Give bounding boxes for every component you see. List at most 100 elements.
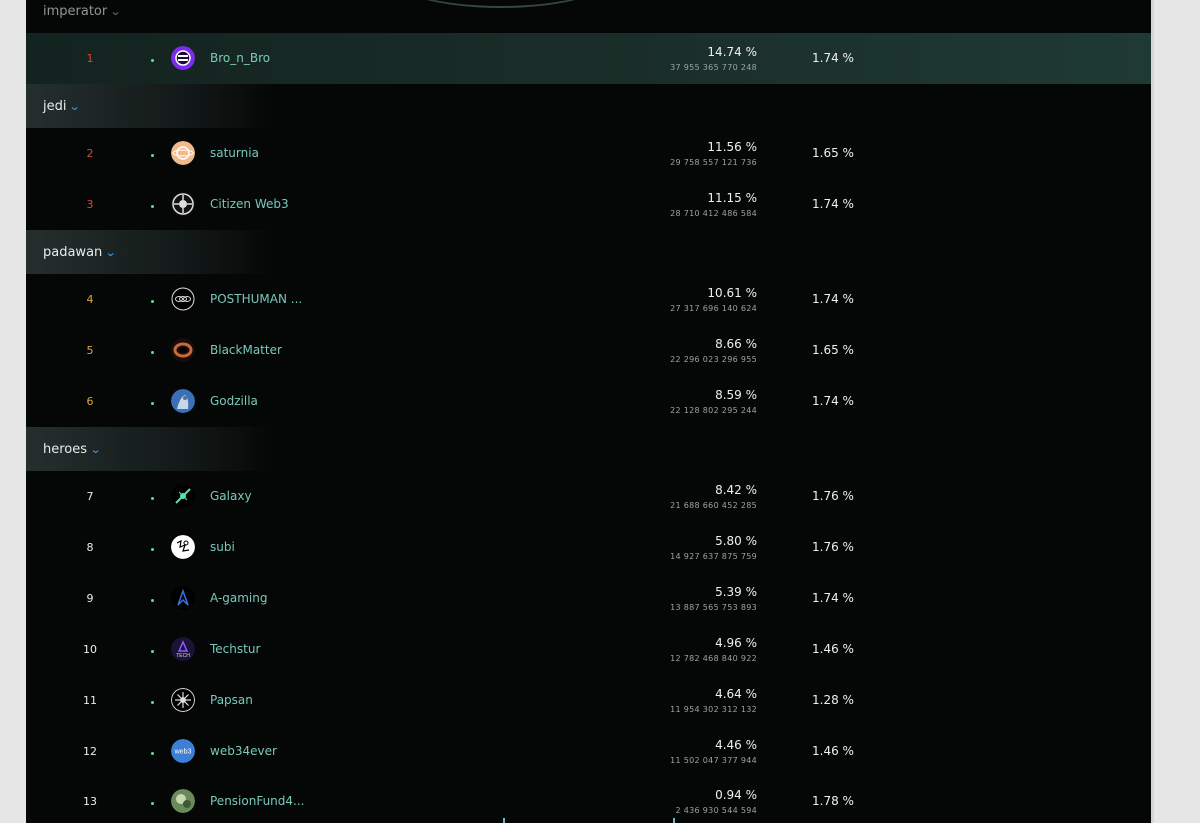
commission: 1.65 % xyxy=(812,146,854,160)
rank: 7 xyxy=(86,490,94,503)
table-row[interactable]: 1 Bro_n_Bro 14.74 % 37 955 365 770 248 1… xyxy=(26,33,1151,84)
table-row[interactable]: 2 saturnia 11.56 % 29 758 557 121 736 1.… xyxy=(26,128,1151,179)
voting-power: 8.59 % xyxy=(715,388,757,402)
left-gutter xyxy=(0,0,26,823)
rank: 11 xyxy=(83,694,97,707)
validator-name-link[interactable]: BlackMatter xyxy=(210,343,282,357)
rank: 5 xyxy=(86,344,94,357)
rank: 13 xyxy=(83,795,97,808)
status-dot xyxy=(151,300,154,303)
stake-amount: 11 502 047 377 944 xyxy=(670,756,757,765)
voting-power: 14.74 % xyxy=(707,45,757,59)
validator-name-link[interactable]: Bro_n_Bro xyxy=(210,51,270,65)
rank: 8 xyxy=(86,541,94,554)
techstur-logo-icon: TECH xyxy=(171,637,195,661)
commission: 1.74 % xyxy=(812,394,854,408)
chevron-down-icon: ⌄ xyxy=(89,442,102,456)
stake-amount: 21 688 660 452 285 xyxy=(670,501,757,510)
web34ever-logo-icon: web3 xyxy=(171,739,195,763)
table-row[interactable]: 9 A-gaming 5.39 % 13 887 565 753 893 1.7… xyxy=(26,573,1151,624)
table-row[interactable]: 10 TECH Techstur 4.96 % 12 782 468 840 9… xyxy=(26,624,1151,675)
status-dot xyxy=(151,548,154,551)
commission: 1.74 % xyxy=(812,292,854,306)
stake-amount: 14 927 637 875 759 xyxy=(670,552,757,561)
status-dot xyxy=(151,351,154,354)
saturnia-logo-icon xyxy=(171,141,195,165)
stake-amount: 27 317 696 140 624 xyxy=(670,304,757,313)
group-label: padawan xyxy=(43,244,103,260)
commission: 1.46 % xyxy=(812,744,854,758)
rank: 12 xyxy=(83,745,97,758)
validator-name-link[interactable]: A-gaming xyxy=(210,591,268,605)
validator-name-link[interactable]: web34ever xyxy=(210,744,277,758)
group-header-imperator[interactable]: imperator ⌄ xyxy=(26,0,1151,33)
scroll-marker xyxy=(673,818,675,823)
status-dot xyxy=(151,599,154,602)
validator-name-link[interactable]: PensionFund4... xyxy=(210,794,304,808)
validator-name-link[interactable]: subi xyxy=(210,540,235,554)
stake-amount: 2 436 930 544 594 xyxy=(675,806,757,815)
status-dot xyxy=(151,402,154,405)
table-row[interactable]: 5 BlackMatter 8.66 % 22 296 023 296 955 … xyxy=(26,325,1151,376)
commission: 1.74 % xyxy=(812,591,854,605)
table-row[interactable]: 8 subi 5.80 % 14 927 637 875 759 1.76 % xyxy=(26,522,1151,573)
godzilla-logo-icon xyxy=(171,389,195,413)
bro-n-bro-logo-icon xyxy=(171,46,195,70)
group-header-heroes[interactable]: heroes ⌄ xyxy=(26,427,1151,471)
status-dot xyxy=(151,205,154,208)
group-header-jedi[interactable]: jedi ⌄ xyxy=(26,84,1151,128)
stake-amount: 22 296 023 296 955 xyxy=(670,355,757,364)
table-row[interactable]: 6 Godzilla 8.59 % 22 128 802 295 244 1.7… xyxy=(26,376,1151,427)
table-row[interactable]: 12 web3 web34ever 4.46 % 11 502 047 377 … xyxy=(26,726,1151,777)
group-header-padawan[interactable]: padawan ⌄ xyxy=(26,230,1151,274)
stake-amount: 12 782 468 840 922 xyxy=(670,654,757,663)
voting-power: 11.15 % xyxy=(707,191,757,205)
commission: 1.76 % xyxy=(812,489,854,503)
table-row[interactable]: 3 Citizen Web3 11.15 % 28 710 412 486 58… xyxy=(26,179,1151,230)
voting-power: 10.61 % xyxy=(707,286,757,300)
voting-power: 5.80 % xyxy=(715,534,757,548)
group-label: jedi xyxy=(43,98,67,114)
voting-power: 4.46 % xyxy=(715,738,757,752)
rank: 3 xyxy=(86,198,94,211)
status-dot xyxy=(151,650,154,653)
table-row[interactable]: 7 Galaxy 8.42 % 21 688 660 452 285 1.76 … xyxy=(26,471,1151,522)
status-dot xyxy=(151,752,154,755)
galaxy-logo-icon xyxy=(171,484,195,508)
status-dot xyxy=(151,701,154,704)
chevron-down-icon: ⌄ xyxy=(104,245,117,259)
voting-power: 4.64 % xyxy=(715,687,757,701)
stake-amount: 11 954 302 312 132 xyxy=(670,705,757,714)
validator-name-link[interactable]: Galaxy xyxy=(210,489,252,503)
commission: 1.74 % xyxy=(812,197,854,211)
voting-power: 4.96 % xyxy=(715,636,757,650)
voting-power: 0.94 % xyxy=(715,788,757,802)
commission: 1.78 % xyxy=(812,794,854,808)
validator-name-link[interactable]: Godzilla xyxy=(210,394,258,408)
scroll-marker xyxy=(503,818,505,823)
subi-logo-icon xyxy=(171,535,195,559)
blackmatter-logo-icon xyxy=(171,338,195,362)
status-dot xyxy=(151,802,154,805)
a-gaming-logo-icon xyxy=(171,586,195,610)
stake-amount: 22 128 802 295 244 xyxy=(670,406,757,415)
commission: 1.76 % xyxy=(812,540,854,554)
table-row[interactable]: 13 PensionFund4... 0.94 % 2 436 930 544 … xyxy=(26,776,1151,823)
status-dot xyxy=(151,59,154,62)
table-row[interactable]: 4 POSTHUMAN ... 10.61 % 27 317 696 140 6… xyxy=(26,274,1151,325)
validators-table: imperator ⌄ 1 Bro_n_Bro 14.74 % 37 955 36… xyxy=(26,0,1151,823)
status-dot xyxy=(151,497,154,500)
validator-name-link[interactable]: Papsan xyxy=(210,693,253,707)
voting-power: 5.39 % xyxy=(715,585,757,599)
chevron-down-icon: ⌄ xyxy=(109,4,122,18)
table-row[interactable]: 11 Papsan 4.64 % 11 954 302 312 132 1.28… xyxy=(26,675,1151,726)
validator-name-link[interactable]: Citizen Web3 xyxy=(210,197,289,211)
stake-amount: 29 758 557 121 736 xyxy=(670,158,757,167)
voting-power: 11.56 % xyxy=(707,140,757,154)
validator-name-link[interactable]: Techstur xyxy=(210,642,260,656)
rank: 10 xyxy=(83,643,97,656)
rank: 6 xyxy=(86,395,94,408)
validator-name-link[interactable]: saturnia xyxy=(210,146,259,160)
validator-name-link[interactable]: POSTHUMAN ... xyxy=(210,292,302,306)
group-label: imperator xyxy=(43,3,108,19)
